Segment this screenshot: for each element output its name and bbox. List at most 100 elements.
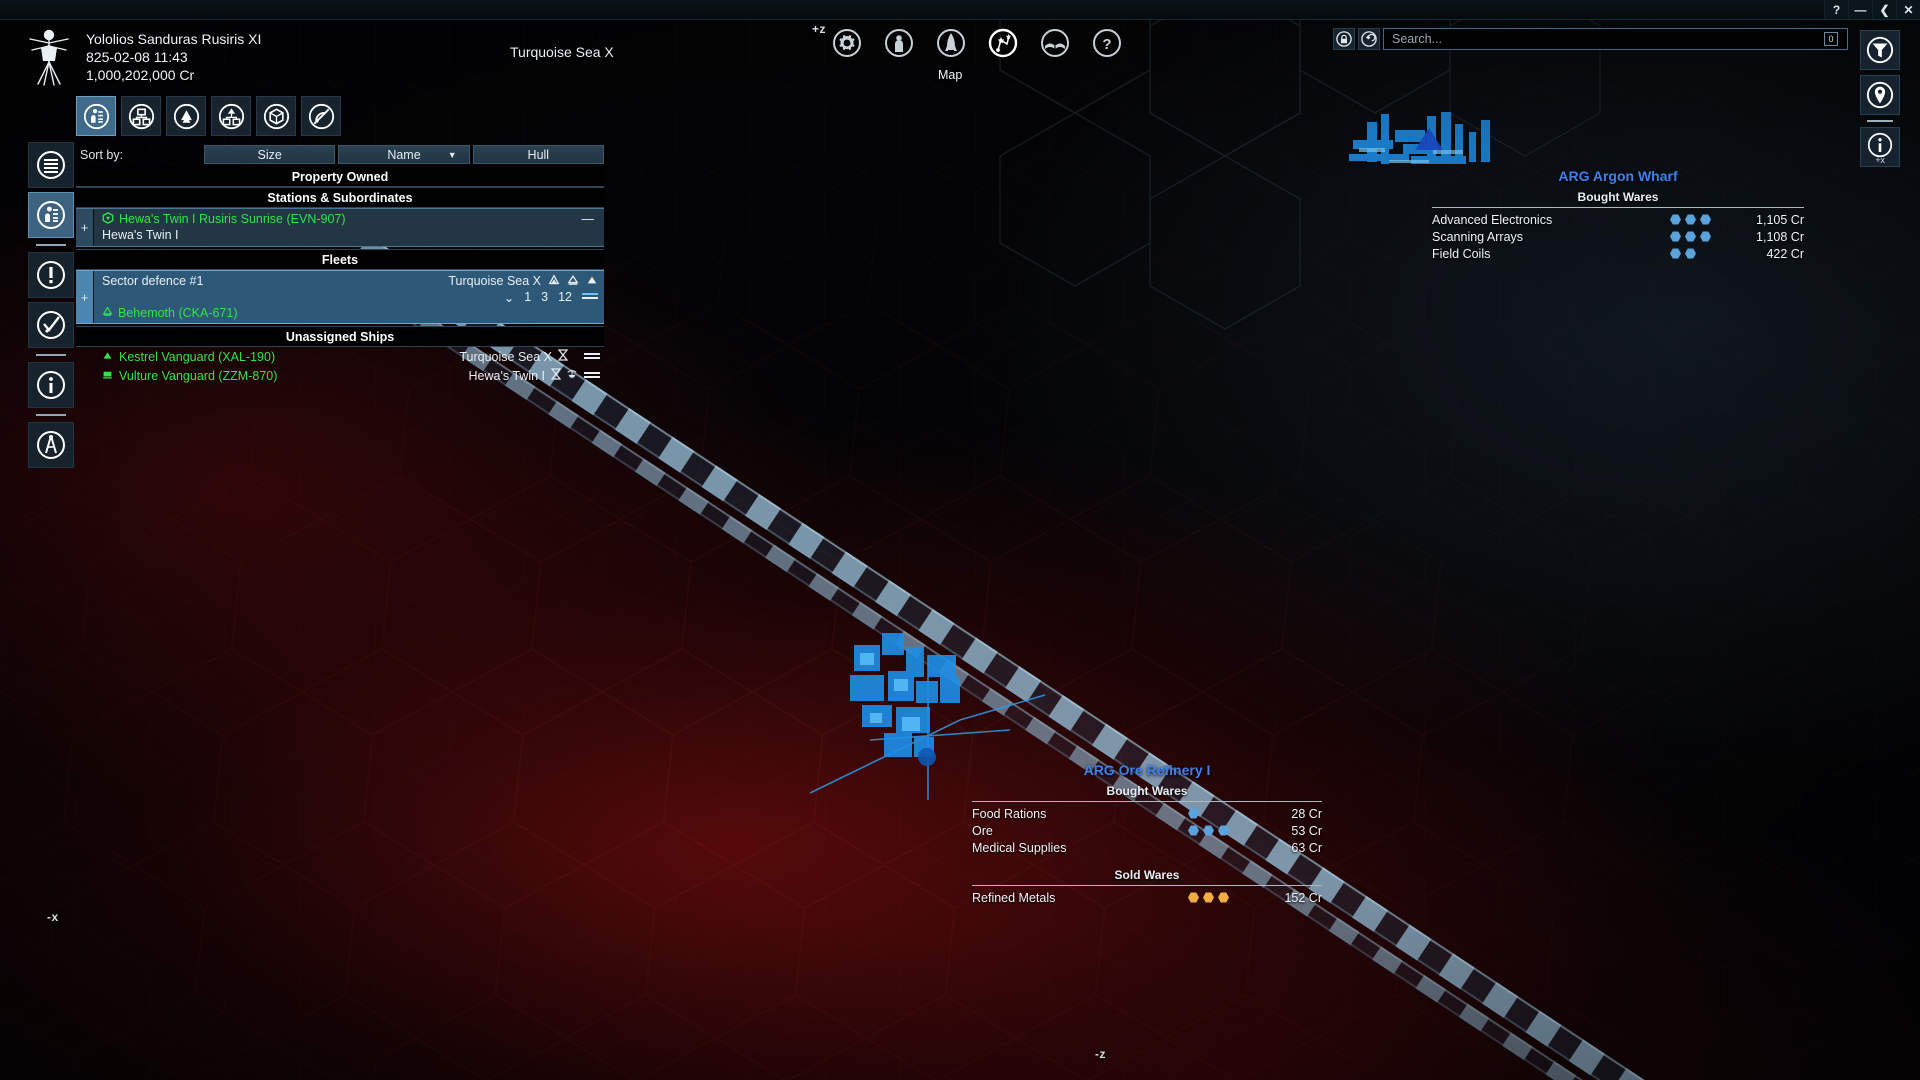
rail-separator-1 (36, 244, 66, 246)
ware-name: Scanning Arrays (1432, 230, 1670, 244)
tab-subordinates[interactable] (211, 96, 251, 136)
map-pin-button[interactable] (1860, 75, 1900, 115)
tab-property[interactable] (76, 96, 116, 136)
search-bar: 0 (1333, 28, 1848, 50)
player-credits: 1,000,202,000 Cr (86, 66, 261, 84)
fleet-count-medium: 3 (541, 290, 548, 304)
reset-search-button[interactable] (1358, 28, 1380, 50)
hull-bar-icon (582, 290, 598, 304)
player-name: Yololios Sanduras Rusiris XI (86, 30, 261, 48)
box-icon (263, 103, 290, 130)
game-date: 825-02-08 11:43 (86, 48, 261, 66)
sort-chip-size[interactable]: Size (204, 145, 335, 164)
lock-search-button[interactable] (1333, 28, 1355, 50)
ware-row: Refined Metals 152 Cr (972, 889, 1322, 906)
ware-row: Advanced Electronics 1,105 Cr (1432, 211, 1804, 228)
ware-name: Refined Metals (972, 891, 1188, 905)
list-item[interactable]: Vulture Vanguard (ZZM-870) Hewa's Twin I (76, 366, 604, 385)
search-result-count: 0 (1824, 32, 1838, 46)
ware-row: Scanning Arrays 1,108 Cr (1432, 228, 1804, 245)
menu-item-help[interactable]: ? (1092, 28, 1122, 58)
list-item[interactable]: Kestrel Vanguard (XAL-190) Turquoise Sea… (76, 347, 604, 366)
window-minimize-button[interactable]: — (1848, 0, 1872, 19)
sort-chip-hull-label: Hull (528, 148, 550, 162)
fleet-count-large: 1 (524, 290, 531, 304)
property-mode-tabs (76, 96, 604, 136)
ware-price: 1,105 Cr (1732, 213, 1804, 227)
row-collapse-glyph[interactable]: — (582, 212, 595, 226)
ware-row: Ore 53 Cr (972, 822, 1322, 839)
hull-bar-icon (584, 369, 600, 383)
player-header: Yololios Sanduras Rusiris XI 825-02-08 1… (26, 26, 586, 96)
sort-bar: Sort by: Size Name ▼ Hull (76, 144, 604, 165)
sidebar-item-alerts[interactable] (28, 252, 74, 298)
tab-stations[interactable] (166, 96, 206, 136)
info-legend-badge: +x (1861, 155, 1899, 165)
expand-toggle[interactable]: + (76, 271, 94, 323)
station-info-card-argon-wharf: ARG Argon Wharf Bought Wares Advanced El… (1432, 168, 1804, 262)
window-restore-button[interactable]: ❮ (1872, 0, 1896, 19)
sidebar-item-measure[interactable] (28, 422, 74, 468)
ware-price: 152 Cr (1250, 891, 1322, 905)
expand-toggle[interactable]: + (76, 209, 94, 246)
sort-chip-hull[interactable]: Hull (473, 145, 604, 164)
property-owned-panel: Sort by: Size Name ▼ Hull Property Owned… (76, 96, 604, 385)
ware-row: Food Rations 28 Cr (972, 805, 1322, 822)
location-pin-icon (1866, 81, 1894, 109)
undo-icon (1361, 31, 1377, 47)
fleet-subordinate-name: Behemoth (CKA-671) (118, 306, 598, 320)
filter-button[interactable] (1860, 30, 1900, 70)
window-close-button[interactable]: ✕ (1896, 0, 1920, 19)
axis-label-plus-z: +z (812, 22, 826, 36)
menu-item-map[interactable] (988, 28, 1018, 58)
mining-icon (566, 368, 578, 383)
divider (1432, 207, 1804, 208)
sidebar-item-missions[interactable] (28, 302, 74, 348)
ship-icon (936, 28, 966, 58)
axis-label-minus-x: -x (47, 910, 59, 924)
map-constellation-icon (988, 28, 1018, 58)
subordinates-icon (218, 103, 245, 130)
station-title[interactable]: ARG Ore Refinery I (972, 762, 1322, 778)
property-icon (83, 103, 110, 130)
svg-text:?: ? (1102, 36, 1111, 53)
ship-l-icon (548, 274, 560, 289)
sort-chip-name-label: Name (387, 148, 420, 162)
ware-price: 63 Cr (1250, 841, 1322, 855)
mission-check-icon (36, 310, 66, 340)
menu-item-ship-info[interactable] (936, 28, 966, 58)
ware-row: Medical Supplies 63 Cr (972, 839, 1322, 856)
ware-stock-dots (1188, 808, 1250, 819)
tab-no-filter[interactable] (301, 96, 341, 136)
sort-chip-name[interactable]: Name ▼ (338, 145, 469, 164)
sidebar-item-info[interactable] (28, 362, 74, 408)
table-row[interactable]: + Hewa's Twin I Rusiris Sunrise (EVN-907… (76, 208, 604, 247)
ware-stock-dots (1670, 248, 1732, 259)
section-property-owned: Property Owned (76, 167, 604, 187)
sort-chip-size-label: Size (258, 148, 282, 162)
info-icon (1867, 132, 1893, 158)
destroyer-icon (102, 306, 113, 320)
station-title[interactable]: ARG Argon Wharf (1432, 168, 1804, 184)
lock-icon (1336, 31, 1352, 47)
window-titlebar: ? — ❮ ✕ (0, 0, 1920, 20)
menu-item-player-info[interactable] (884, 28, 914, 58)
search-input[interactable] (1383, 28, 1848, 50)
menu-item-settings[interactable] (832, 28, 862, 58)
ware-stock-dots (1188, 825, 1250, 836)
menu-item-encyclopedia[interactable] (1040, 28, 1070, 58)
sidebar-item-objectlist[interactable] (28, 142, 74, 188)
tab-fleet[interactable] (121, 96, 161, 136)
window-help-button[interactable]: ? (1824, 0, 1848, 19)
ware-price: 422 Cr (1732, 247, 1804, 261)
ware-price: 1,108 Cr (1732, 230, 1804, 244)
rail-separator-2 (36, 354, 66, 356)
property-icon (36, 200, 66, 230)
table-row[interactable]: + Sector defence #1 Turquoise Sea X (76, 270, 604, 324)
ship-name: Kestrel Vanguard (XAL-190) (119, 350, 459, 364)
no-signal-icon (308, 103, 335, 130)
fleet-expand-chevron[interactable]: ⌄ (504, 290, 514, 305)
info-legend-button[interactable]: +x (1860, 127, 1900, 167)
tab-cargo[interactable] (256, 96, 296, 136)
sidebar-item-property-owned[interactable] (28, 192, 74, 238)
